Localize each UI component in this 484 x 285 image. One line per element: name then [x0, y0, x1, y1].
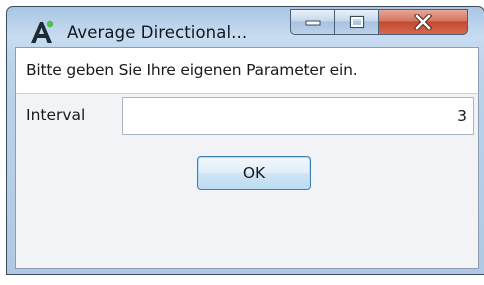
window-title: Average Directional... — [67, 23, 248, 42]
maximize-icon — [349, 15, 364, 29]
dialog-window: Average Directional... Bitte geben Sie I… — [6, 6, 484, 275]
dialog-body: Bitte geben Sie Ihre eigenen Parameter e… — [15, 47, 479, 269]
ok-button[interactable]: OK — [197, 156, 311, 190]
interval-input[interactable] — [122, 97, 474, 135]
prompt-text: Bitte geben Sie Ihre eigenen Parameter e… — [26, 61, 358, 79]
maximize-button[interactable] — [334, 9, 379, 35]
close-icon — [414, 14, 432, 30]
title-bar[interactable]: Average Directional... — [7, 7, 484, 47]
interval-label: Interval — [26, 106, 86, 124]
prompt-panel: Bitte geben Sie Ihre eigenen Parameter e… — [16, 48, 478, 94]
minimize-button[interactable] — [290, 9, 335, 35]
minimize-icon — [305, 20, 320, 26]
close-button[interactable] — [378, 9, 468, 35]
app-logo-icon — [29, 19, 55, 45]
